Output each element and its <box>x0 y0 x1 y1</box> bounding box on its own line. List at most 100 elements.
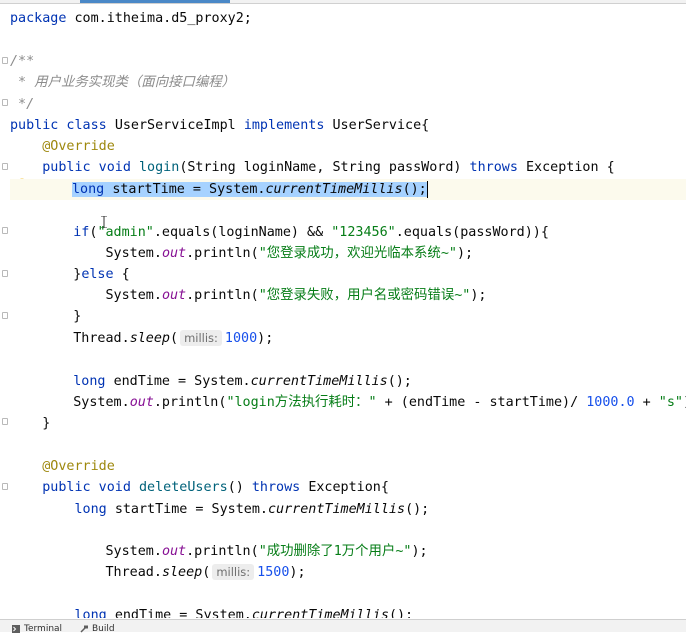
build-tab[interactable]: Build <box>80 624 115 634</box>
code-line[interactable]: */ <box>10 94 34 115</box>
code-line[interactable]: public class UserServiceImpl implements … <box>10 115 429 136</box>
fold-marker-if[interactable] <box>2 227 8 234</box>
code-token: currentTimeMillis <box>252 608 389 618</box>
code-token: } <box>10 416 50 431</box>
code-line[interactable]: }else { <box>41 264 130 285</box>
code-token: "admin" <box>97 225 153 240</box>
code-token: } <box>41 309 81 324</box>
code-line[interactable]: public void deleteUsers() throws Excepti… <box>10 477 389 498</box>
code-line[interactable]: long startTime = System.currentTimeMilli… <box>10 179 686 200</box>
code-token: ); <box>411 544 427 559</box>
build-label: Build <box>92 624 115 634</box>
code-token: } <box>41 267 81 282</box>
code-token: if <box>73 225 89 240</box>
code-token: "login方法执行耗时：" <box>226 395 376 410</box>
code-token: + (endTime - startTime)/ <box>377 395 587 410</box>
code-token: long <box>72 182 112 197</box>
code-line[interactable]: /** <box>10 51 34 72</box>
code-token: (); <box>389 608 413 618</box>
code-token: @Override <box>42 139 115 154</box>
code-token: 1000 <box>225 331 257 346</box>
code-token: deleteUsers <box>139 480 228 495</box>
code-token: ( <box>170 331 178 346</box>
parameter-hint: millis: <box>180 330 222 346</box>
fold-marker-if-end[interactable] <box>2 312 8 319</box>
code-line[interactable]: } <box>10 413 50 434</box>
code-token: long <box>75 502 115 517</box>
editor-tab-strip[interactable] <box>0 0 686 4</box>
code-token: .println( <box>186 544 259 559</box>
terminal-label: Terminal <box>24 624 62 634</box>
code-line[interactable]: Thread.sleep(millis:1000); <box>41 328 273 349</box>
code-token: ); <box>257 331 273 346</box>
code-token: endTime = System. <box>114 374 251 389</box>
code-token: out <box>130 395 154 410</box>
code-token: (); <box>388 374 412 389</box>
code-token: com.itheima.d5_proxy2; <box>75 11 252 26</box>
code-token: ); <box>470 288 486 303</box>
code-line[interactable]: System.out.println("您登录失败，用户名或密码错误~"); <box>41 285 486 306</box>
caret <box>427 181 428 198</box>
code-token: System. <box>41 246 162 261</box>
code-token: startTime = System. <box>112 182 265 197</box>
code-token: package <box>10 11 75 26</box>
code-line[interactable]: System.out.println("您登录成功，欢迎光临本系统~"); <box>41 243 473 264</box>
code-token: public class <box>10 118 115 133</box>
fold-marker-comment-end[interactable] <box>2 99 8 106</box>
code-token: out <box>162 288 186 303</box>
code-editor[interactable]: package com.itheima.d5_proxy2; /** * 用户业务… <box>10 8 686 618</box>
code-line[interactable]: @Override <box>10 456 115 477</box>
code-token: 1500 <box>257 565 289 580</box>
fold-marker-login[interactable] <box>2 163 8 170</box>
code-line[interactable]: long endTime = System.currentTimeMillis(… <box>41 371 412 392</box>
code-line[interactable]: package com.itheima.d5_proxy2; <box>10 8 252 29</box>
code-token: (); <box>403 182 427 197</box>
terminal-tab[interactable]: Terminal <box>12 624 62 634</box>
code-token: implements <box>244 118 333 133</box>
code-token: "s" <box>659 395 683 410</box>
code-token: throws <box>252 480 308 495</box>
code-token: .equals(loginName) && <box>154 225 331 240</box>
code-token: currentTimeMillis <box>266 182 403 197</box>
code-token <box>10 480 42 495</box>
code-line[interactable]: } <box>41 306 81 327</box>
code-token: endTime = System. <box>115 608 252 618</box>
code-token: ( <box>202 565 210 580</box>
code-line[interactable]: if("admin".equals(loginName) && "123456"… <box>41 222 549 243</box>
code-token: Thread. <box>41 331 130 346</box>
fold-marker-comment[interactable] <box>2 57 8 64</box>
code-token: Exception{ <box>308 480 389 495</box>
code-line[interactable]: long startTime = System.currentTimeMilli… <box>10 499 429 520</box>
code-token: (); <box>405 502 429 517</box>
code-token: { <box>122 267 130 282</box>
code-token <box>10 139 42 154</box>
code-token <box>41 225 73 240</box>
code-token: sleep <box>130 331 170 346</box>
code-token: */ <box>10 97 34 112</box>
code-line[interactable]: System.out.println("成功删除了1万个用户~"); <box>41 541 428 562</box>
terminal-icon <box>12 625 20 633</box>
active-tab-indicator[interactable] <box>80 0 230 3</box>
code-token: Exception { <box>526 160 615 175</box>
code-token: .equals(passWord)){ <box>396 225 549 240</box>
code-token: throws <box>470 160 526 175</box>
code-token: login <box>139 160 179 175</box>
code-line[interactable]: @Override <box>10 136 115 157</box>
code-line[interactable]: public void login(String loginName, Stri… <box>10 157 615 178</box>
code-token: public void <box>42 480 139 495</box>
parameter-hint: millis: <box>212 564 254 580</box>
fold-marker-else[interactable] <box>2 270 8 277</box>
code-token: currentTimeMillis <box>251 374 388 389</box>
code-line[interactable]: Thread.sleep(millis:1500); <box>41 562 306 583</box>
code-line[interactable]: * 用户业务实现类（面向接口编程） <box>10 72 235 93</box>
code-token: UserServiceImpl <box>115 118 244 133</box>
code-line[interactable]: long endTime = System.currentTimeMillis(… <box>10 605 413 618</box>
fold-marker-delete[interactable] <box>2 483 8 490</box>
fold-marker-login-end[interactable] <box>2 418 8 425</box>
code-token: out <box>162 246 186 261</box>
code-token: long <box>73 374 113 389</box>
code-token <box>41 374 73 389</box>
code-token: .println( <box>186 246 259 261</box>
code-line[interactable]: System.out.println("login方法执行耗时：" + (end… <box>41 392 686 413</box>
code-token: "您登录失败，用户名或密码错误~" <box>259 288 471 303</box>
